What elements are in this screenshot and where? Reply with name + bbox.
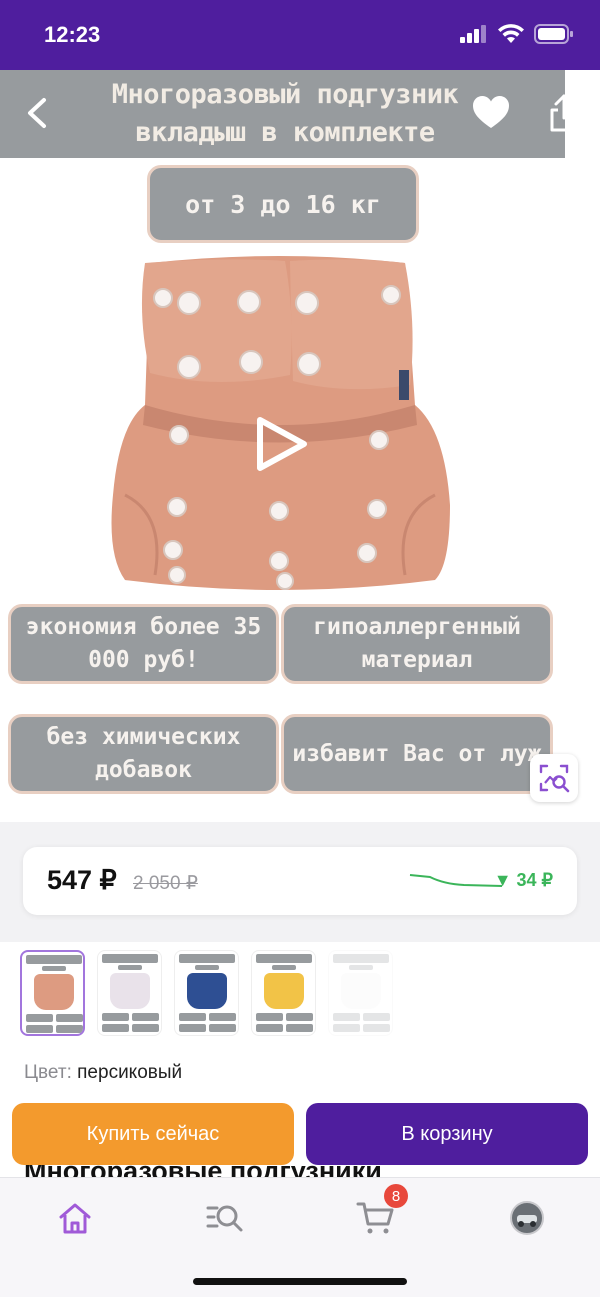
thumb-title <box>179 954 235 963</box>
banner-title: Многоразовый подгузник вкладыш в комплек… <box>111 79 459 148</box>
feature-savings: экономия более 35 000 руб! <box>8 604 279 684</box>
thumb-product <box>110 973 150 1009</box>
thumb-feature <box>26 1025 53 1033</box>
home-icon <box>59 1203 91 1234</box>
chevron-left-icon <box>28 98 46 128</box>
thumb-feature <box>179 1024 206 1032</box>
battery-icon <box>534 24 573 44</box>
thumb-feature <box>102 1024 129 1032</box>
thumb-feature <box>132 1013 159 1021</box>
status-icons <box>460 24 574 44</box>
bottom-tab-bar: 8 <box>0 1177 600 1297</box>
thumb-feature <box>209 1024 236 1032</box>
thumb-title <box>333 954 389 963</box>
add-to-cart-button[interactable]: В корзину <box>306 1103 588 1165</box>
product-gallery[interactable]: Многоразовый подгузник вкладыш в комплек… <box>0 70 600 822</box>
old-price: 2 050 ₽ <box>133 873 198 894</box>
thumb-product <box>187 973 227 1009</box>
product-page: 12:23 Многоразовый подгузник вкладыш в к… <box>0 0 600 1297</box>
current-price: 547 ₽ <box>47 865 117 895</box>
feature-no-chemicals: без химических добавок <box>8 714 279 794</box>
thumb-feature <box>209 1013 236 1021</box>
thumb-weight <box>118 965 142 970</box>
thumb-feature <box>286 1013 313 1021</box>
thumb-product <box>341 973 381 1009</box>
variant-thumbnail[interactable] <box>20 950 85 1036</box>
thumb-weight <box>195 965 219 970</box>
status-time: 12:23 <box>44 22 101 47</box>
thumb-product <box>34 974 74 1010</box>
home-indicator <box>193 1278 407 1285</box>
status-bar: 12:23 <box>0 0 600 70</box>
variant-thumbnails <box>20 950 393 1038</box>
feature-hypoallergenic: гипоаллергенный материал <box>281 604 553 684</box>
thumb-feature <box>256 1024 283 1032</box>
tab-cart[interactable]: 8 <box>354 1184 408 1240</box>
image-search-icon <box>539 764 570 793</box>
thumb-feature <box>363 1024 390 1032</box>
color-selector[interactable]: Цвет: персиковый <box>24 1062 182 1084</box>
weight-range-label: от 3 до 16 кг <box>147 165 419 243</box>
thumb-title <box>26 955 82 964</box>
tab-profile[interactable] <box>505 1196 549 1240</box>
thumb-weight <box>349 965 373 970</box>
share-icon <box>550 94 578 132</box>
heart-icon <box>473 96 509 128</box>
thumb-feature <box>179 1013 206 1021</box>
play-icon <box>257 417 307 471</box>
profile-avatar <box>510 1201 544 1235</box>
thumb-feature <box>56 1014 83 1022</box>
share-button[interactable] <box>544 90 584 136</box>
thumb-feature <box>26 1014 53 1022</box>
signal-icon <box>460 25 486 43</box>
price-card[interactable]: 547 ₽ 2 050 ₽ ▼ 34 ₽ <box>23 847 577 915</box>
thumb-weight <box>272 965 296 970</box>
visual-search-button[interactable] <box>530 754 578 802</box>
buy-now-button[interactable]: Купить сейчас <box>12 1103 294 1165</box>
thumb-weight <box>42 966 66 971</box>
variant-thumbnail[interactable] <box>174 950 239 1036</box>
thumb-feature <box>256 1013 283 1021</box>
color-value: персиковый <box>77 1062 183 1083</box>
thumb-feature <box>333 1024 360 1032</box>
back-button[interactable] <box>18 90 58 136</box>
price-drop-badge: ▼ 34 ₽ <box>493 870 553 890</box>
tab-home[interactable] <box>53 1196 97 1240</box>
action-buttons: Купить сейчас В корзину <box>0 1098 600 1176</box>
color-label: Цвет: <box>24 1062 72 1083</box>
thumb-feature <box>132 1024 159 1032</box>
play-video-button[interactable] <box>252 416 312 476</box>
wifi-icon <box>498 24 524 43</box>
thumb-feature <box>363 1013 390 1021</box>
catalog-search-icon <box>206 1205 243 1232</box>
price-history-sparkline <box>409 874 503 887</box>
thumb-title <box>102 954 158 963</box>
thumb-feature <box>286 1024 313 1032</box>
feature-no-puddles: избавит Вас от луж <box>281 714 553 794</box>
thumb-feature <box>56 1025 83 1033</box>
favorite-button[interactable] <box>470 92 512 134</box>
thumb-feature <box>333 1013 360 1021</box>
variant-thumbnail[interactable] <box>97 950 162 1036</box>
cart-count-badge: 8 <box>384 1184 408 1208</box>
thumb-product <box>264 973 304 1009</box>
variant-thumbnail[interactable] <box>328 950 393 1036</box>
tab-catalog[interactable] <box>203 1196 247 1240</box>
variant-thumbnail[interactable] <box>251 950 316 1036</box>
thumb-feature <box>102 1013 129 1021</box>
thumb-title <box>256 954 312 963</box>
